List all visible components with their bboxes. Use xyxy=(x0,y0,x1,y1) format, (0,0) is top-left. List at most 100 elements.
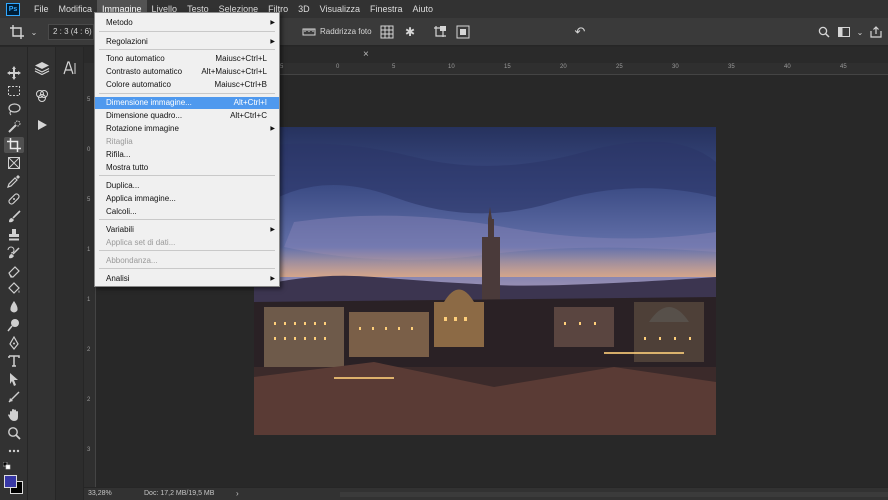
move-tool-icon[interactable] xyxy=(4,65,24,81)
menu-item-dimensione-quadro[interactable]: Dimensione quadro... Alt+Ctrl+C xyxy=(95,110,279,122)
channels-panel-icon[interactable] xyxy=(34,89,50,105)
reset-icon[interactable]: ↶ xyxy=(571,23,589,41)
ratio-select[interactable]: 2 : 3 (4 : 6) xyxy=(48,24,94,40)
menu-item-label: Tono automatico xyxy=(106,54,165,63)
blur-tool-icon[interactable] xyxy=(4,299,24,315)
menu-item-applica-set-di-dati[interactable]: Applica set di dati... xyxy=(95,237,279,249)
menu-item-tono-automatico[interactable]: Tono automatico Maiusc+Ctrl+L xyxy=(95,53,279,65)
menu-item-mostra-tutto[interactable]: Mostra tutto xyxy=(95,162,279,174)
ruler-tick-label: 5 xyxy=(87,197,91,203)
tools-panel xyxy=(0,47,28,500)
default-colors-icon[interactable] xyxy=(2,461,11,470)
status-menu-arrow[interactable]: › xyxy=(236,489,239,498)
menu-item-contrasto-automatico[interactable]: Contrasto automatico Alt+Maiusc+Ctrl+L xyxy=(95,66,279,78)
menu-item-dimensione-immagine[interactable]: Dimensione immagine... Alt+Ctrl+I xyxy=(95,97,279,109)
straighten-label[interactable]: Raddrizza foto xyxy=(320,27,372,36)
menu-item-metodo[interactable]: Metodo ▶ xyxy=(95,17,279,29)
menu-item-calcoli[interactable]: Calcoli... xyxy=(95,206,279,218)
healing-brush-tool-icon[interactable] xyxy=(4,191,24,207)
ruler-tick-label: 0 xyxy=(87,147,91,153)
eyedropper-tool-icon[interactable] xyxy=(4,173,24,189)
ruler-tick-label: 1 xyxy=(87,297,91,303)
menu-item-ritaglia[interactable]: Ritaglia xyxy=(95,136,279,148)
actions-panel-icon[interactable] xyxy=(36,119,48,133)
ruler-tick-label: 15 xyxy=(504,64,511,70)
menu-item-rifila[interactable]: Rifila... xyxy=(95,149,279,161)
menu-item-label: Calcoli... xyxy=(106,207,137,216)
menu-finestra[interactable]: Finestra xyxy=(365,0,408,18)
quick-select-tool-icon[interactable] xyxy=(4,119,24,135)
type-tool-icon[interactable] xyxy=(4,353,24,369)
menu-separator xyxy=(99,268,275,269)
crop-icon[interactable] xyxy=(8,23,26,41)
menu-item-regolazioni[interactable]: Regolazioni ▶ xyxy=(95,36,279,48)
status-bar: 33,28% Doc: 17,2 MB/19,5 MB › xyxy=(84,487,888,500)
menu-item-label: Applica set di dati... xyxy=(106,238,176,247)
brush-tool-icon[interactable] xyxy=(4,209,24,225)
marquee-tool-icon[interactable] xyxy=(4,83,24,99)
search-icon[interactable] xyxy=(816,23,832,41)
menu-item-analisi[interactable]: Analisi ▶ xyxy=(95,273,279,285)
menu-item-label: Variabili xyxy=(106,225,134,234)
menu-item-label: Colore automatico xyxy=(106,80,171,89)
frame-tool-icon[interactable] xyxy=(4,155,24,171)
menu-item-shortcut: Maiusc+Ctrl+L xyxy=(215,54,267,63)
city-night-photo[interactable] xyxy=(254,127,716,435)
menu-item-label: Rotazione immagine xyxy=(106,124,179,133)
menu-item-shortcut: Maiusc+Ctrl+B xyxy=(214,80,267,89)
pen-tool-icon[interactable] xyxy=(4,335,24,351)
gear-icon[interactable]: ✱ xyxy=(401,23,419,41)
path-select-tool-icon[interactable] xyxy=(4,371,24,387)
straighten-icon[interactable] xyxy=(300,23,318,41)
content-aware-icon[interactable] xyxy=(454,23,472,41)
menu-item-colore-automatico[interactable]: Colore automatico Maiusc+Ctrl+B xyxy=(95,79,279,91)
menu-file[interactable]: File xyxy=(29,0,54,18)
zoom-tool-icon[interactable] xyxy=(4,425,24,441)
menu-item-label: Duplica... xyxy=(106,181,140,190)
panel-dock xyxy=(28,47,56,500)
foreground-color-swatch[interactable] xyxy=(4,475,17,488)
menu-item-label: Analisi xyxy=(106,274,130,283)
menu-visualizza[interactable]: Visualizza xyxy=(315,0,365,18)
menu-separator xyxy=(99,250,275,251)
chevron-down-icon[interactable]: ⌄ xyxy=(28,23,40,41)
menu-separator xyxy=(99,219,275,220)
document-info: Doc: 17,2 MB/19,5 MB xyxy=(144,490,215,497)
paint-bucket-tool-icon[interactable] xyxy=(4,281,24,297)
delete-crop-icon[interactable] xyxy=(431,23,449,41)
menu-item-label: Metodo xyxy=(106,18,133,27)
menu-aiuto[interactable]: Aiuto xyxy=(408,0,439,18)
clone-stamp-tool-icon[interactable] xyxy=(4,227,24,243)
zoom-level[interactable]: 33,28% xyxy=(88,490,112,497)
eraser-tool-icon[interactable] xyxy=(4,263,24,279)
horizontal-scrollbar[interactable] xyxy=(340,492,888,497)
menu-modifica[interactable]: Modifica xyxy=(54,0,98,18)
ruler-tick-label: 2 xyxy=(87,347,91,353)
history-brush-tool-icon[interactable] xyxy=(4,245,24,261)
grid-overlay-icon[interactable] xyxy=(378,23,396,41)
crop-tool-icon[interactable] xyxy=(4,137,24,153)
menu-item-label: Dimensione quadro... xyxy=(106,111,183,120)
workspace-chevron-icon[interactable]: ⌄ xyxy=(855,23,865,41)
close-icon[interactable]: × xyxy=(363,49,369,60)
menu-item-rotazione-immagine[interactable]: Rotazione immagine ▶ xyxy=(95,123,279,135)
menu-item-abbondanza[interactable]: Abbondanza... xyxy=(95,255,279,267)
character-panel-icon[interactable] xyxy=(63,61,77,77)
workspace-icon[interactable] xyxy=(836,23,852,41)
menu-3d[interactable]: 3D xyxy=(293,0,315,18)
menu-item-label: Applica immagine... xyxy=(106,194,176,203)
menu-item-variabili[interactable]: Variabili ▶ xyxy=(95,224,279,236)
ruler-tick-label: 1 xyxy=(87,247,91,253)
character-panel-strip xyxy=(56,47,84,500)
shape-tool-icon[interactable] xyxy=(4,389,24,405)
layers-panel-icon[interactable] xyxy=(34,61,50,77)
hand-tool-icon[interactable] xyxy=(4,407,24,423)
menu-item-applica-immagine[interactable]: Applica immagine... xyxy=(95,193,279,205)
share-icon[interactable] xyxy=(868,23,884,41)
ruler-tick-label: 30 xyxy=(672,64,679,70)
dodge-tool-icon[interactable] xyxy=(4,317,24,333)
ruler-tick-label: 2 xyxy=(87,397,91,403)
more-tools-icon[interactable] xyxy=(4,443,24,459)
menu-item-duplica[interactable]: Duplica... xyxy=(95,180,279,192)
lasso-tool-icon[interactable] xyxy=(4,101,24,117)
